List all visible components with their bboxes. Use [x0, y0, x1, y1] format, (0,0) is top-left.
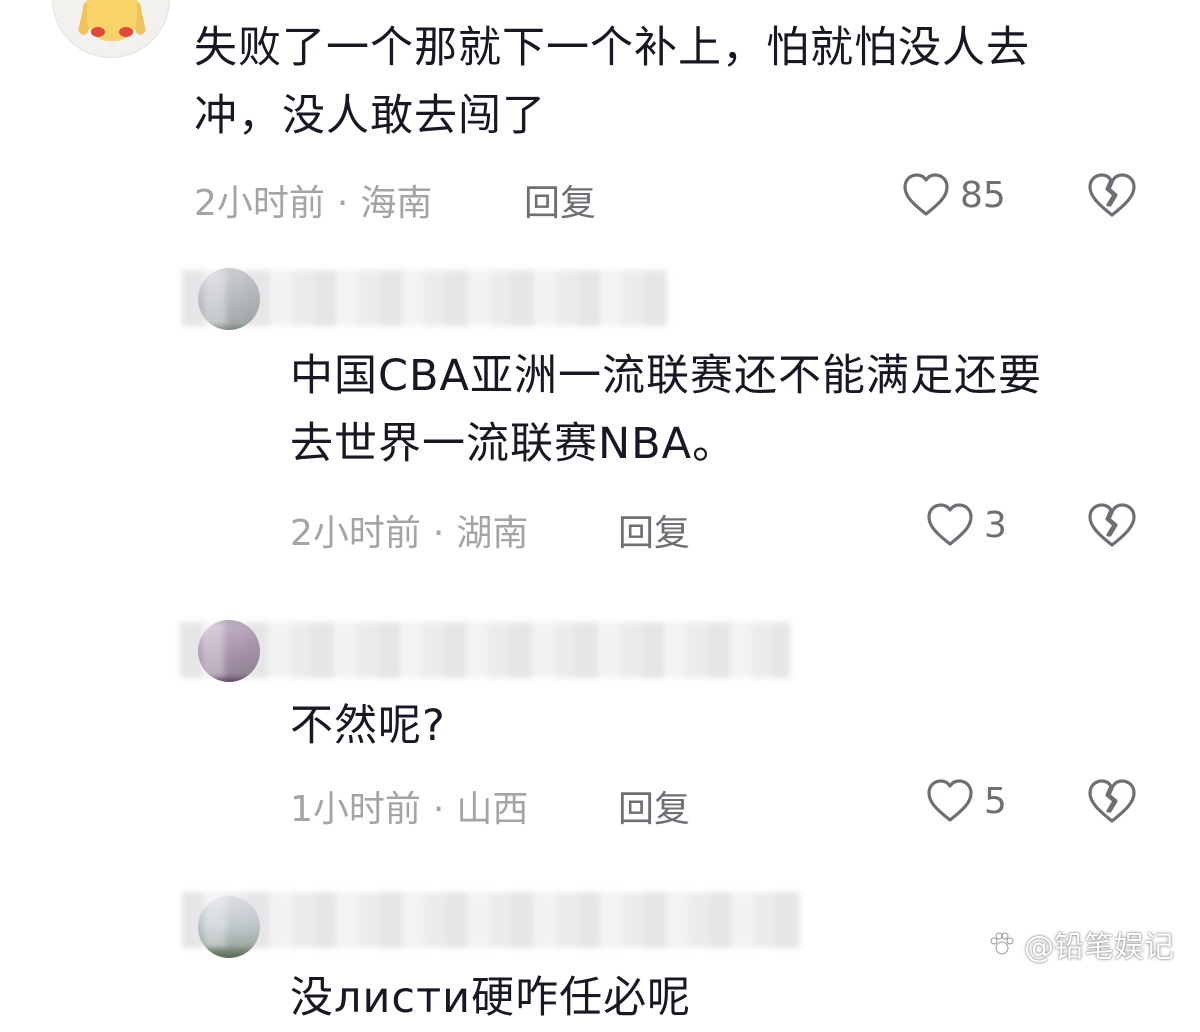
avatar-decoration: [91, 27, 105, 37]
username-redacted: [182, 270, 668, 326]
comment-text: 没листи硬咋任必呢: [290, 964, 691, 1032]
dislike-button[interactable]: [1087, 501, 1137, 549]
watermark-text: @铅笔娱记: [1024, 930, 1174, 965]
comment-meta: 2小时前 · 湖南: [290, 504, 528, 556]
dislike-button[interactable]: [1087, 171, 1137, 219]
watermark: @铅笔娱记: [988, 922, 1174, 966]
like-count: 85: [960, 174, 1006, 216]
reply-button[interactable]: 回复: [618, 504, 690, 556]
comment-meta: 2小时前 · 海南: [194, 174, 432, 226]
comment-text-line: 去世界一流联赛NBA。: [290, 419, 737, 469]
reply-button[interactable]: 回复: [618, 780, 690, 832]
avatar-decoration: [119, 27, 133, 37]
broken-heart-icon: [1088, 779, 1136, 823]
comment-text-line: 中国CBA亚洲一流联赛还不能满足还要: [290, 351, 1042, 401]
user-avatar[interactable]: [52, 0, 170, 58]
meta-separator: ·: [432, 789, 445, 830]
comment-text: 不然呢?: [290, 692, 446, 760]
heart-outline-icon: [927, 503, 973, 546]
like-count: 5: [984, 780, 1007, 822]
dislike-button[interactable]: [1087, 777, 1137, 825]
comment-location: 山西: [456, 789, 529, 830]
comment-text: 失败了一个那就下一个补上，怕就怕没人去 冲，没人敢去闯了: [194, 14, 1030, 150]
paw-logo-icon: [990, 932, 1014, 955]
broken-heart-icon: [1088, 503, 1136, 547]
comment-text-line: 不然呢?: [290, 701, 446, 751]
meta-separator: ·: [336, 183, 349, 224]
comment-location: 湖南: [456, 513, 529, 554]
comment-text: 中国CBA亚洲一流联赛还不能满足还要 去世界一流联赛NBA。: [290, 342, 1042, 478]
comment-text-line: 失败了一个那就下一个补上，怕就怕没人去: [194, 23, 1030, 73]
reply-button[interactable]: 回复: [524, 174, 596, 226]
comment-time: 1小时前: [290, 789, 421, 830]
meta-separator: ·: [432, 513, 445, 554]
username-redacted: [180, 622, 790, 678]
like-button[interactable]: 3: [926, 502, 1007, 548]
like-button[interactable]: 5: [926, 778, 1007, 824]
comment-meta: 1小时前 · 山西: [290, 780, 528, 832]
comment-location: 海南: [360, 183, 433, 224]
username-redacted: [182, 892, 802, 948]
comment-time: 2小时前: [194, 183, 325, 224]
comment-text-line: 冲，没人敢去闯了: [194, 91, 546, 141]
heart-outline-icon: [903, 173, 949, 216]
like-count: 3: [984, 504, 1007, 546]
heart-outline-icon: [927, 779, 973, 822]
broken-heart-icon: [1088, 173, 1136, 217]
comment-time: 2小时前: [290, 513, 421, 554]
like-button[interactable]: 85: [902, 172, 1006, 218]
comment-text-line: 没листи硬咋任必呢: [290, 973, 692, 1023]
